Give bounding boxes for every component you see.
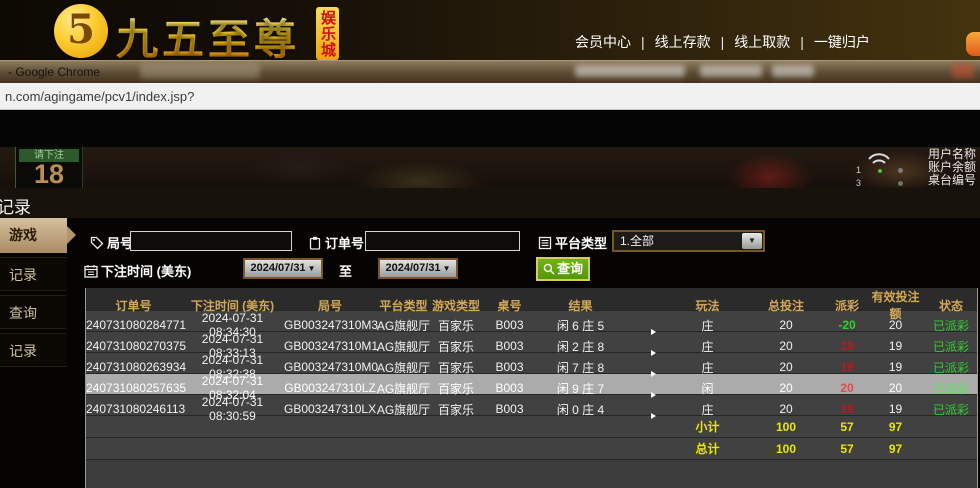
page-title: 记录 xyxy=(0,193,31,218)
total-valid: 97 xyxy=(868,442,923,456)
table-row[interactable]: 2407310802703752024-07-31 08:33:13GB0032… xyxy=(86,331,977,352)
blurred-text xyxy=(772,65,814,77)
col-order: 订单号 xyxy=(86,297,181,314)
subtotal-bet: 100 xyxy=(746,420,826,434)
total-payout: 57 xyxy=(826,442,868,456)
wifi-status-dot xyxy=(878,169,882,173)
nav-one-key-transfer[interactable]: 一键归户 xyxy=(814,34,870,50)
indicator-dot xyxy=(898,181,903,186)
clipboard-icon xyxy=(308,236,322,250)
chevron-down-icon: ▼ xyxy=(308,264,316,273)
col-platform: 平台类型 xyxy=(376,297,431,314)
col-payout: 派彩 xyxy=(826,297,868,314)
indicator-dot xyxy=(898,168,903,173)
sidebar: 游戏 记录 查询 记录 xyxy=(0,218,67,488)
spacer-band xyxy=(0,110,980,147)
round-number-label: 局号 xyxy=(90,233,133,252)
nav-member-center[interactable]: 会员中心 xyxy=(575,34,631,50)
blurred-icon xyxy=(952,64,974,78)
platform-type-select[interactable]: 1.全部 ▼ xyxy=(612,230,765,252)
total-row: 总计 100 57 97 xyxy=(86,437,977,459)
col-status: 状态 xyxy=(923,297,979,314)
brand-header: 5 九五至尊 娱乐城 会员中心|线上存款|线上取款|一键归户 xyxy=(0,0,980,60)
logo-glyph: 5 xyxy=(54,6,108,53)
sidebar-item-label: 记录 xyxy=(9,267,37,283)
col-table: 桌号 xyxy=(481,297,538,314)
col-valid: 有效投注额 xyxy=(868,288,923,322)
col-round: 局号 xyxy=(284,297,376,314)
indicator-number: 1 xyxy=(856,165,861,175)
total-label: 总计 xyxy=(669,440,746,457)
list-icon xyxy=(538,236,552,250)
table-number-label: 桌台编号 xyxy=(928,174,980,187)
sidebar-item-games[interactable]: 游戏 xyxy=(0,218,67,253)
nav-online-withdraw[interactable]: 线上取款 xyxy=(734,34,790,50)
betting-records-page: 5 九五至尊 娱乐城 会员中心 | 线上存款 | 线上取款 | 一键归户 - Google … xyxy=(0,0,980,488)
bet-time-label: 下注时间 (美东) xyxy=(84,261,191,280)
nav-separator: | xyxy=(721,34,725,50)
platform-type-value: 1.全部 xyxy=(620,234,654,248)
nav-separator: | xyxy=(641,34,645,50)
brand-logo-icon: 5 xyxy=(54,4,108,58)
brand-name: 九五至尊 xyxy=(116,6,300,67)
side-floating-tab[interactable] xyxy=(966,32,980,56)
table-row[interactable]: 2407310802461132024-07-31 08:30:59GB0032… xyxy=(86,394,977,415)
blurred-ornament xyxy=(140,64,260,79)
records-table: 订单号 下注时间 (美东) 局号 平台类型 游戏类型 桌号 结果 玩法 总投注 … xyxy=(85,288,978,488)
sidebar-item-label: 游戏 xyxy=(9,227,37,243)
total-bet: 100 xyxy=(746,442,826,456)
url-text[interactable]: n.com/agingame/pcv1/index.jsp? xyxy=(5,89,194,104)
page-title-bar: 记录 xyxy=(0,188,980,218)
subtotal-label: 小计 xyxy=(669,418,746,435)
chevron-down-icon: ▼ xyxy=(443,264,451,273)
window-title: - Google Chrome xyxy=(8,65,100,79)
col-game: 游戏类型 xyxy=(431,297,481,314)
date-from-value: 2024/07/31 xyxy=(251,262,306,274)
indicator-number: 3 xyxy=(856,178,861,188)
round-number-input[interactable] xyxy=(130,231,292,251)
subtotal-payout: 57 xyxy=(826,420,868,434)
sidebar-item-records-2[interactable]: 记录 xyxy=(0,333,67,367)
table-row-selected[interactable]: 2407310802576352024-07-31 08:32:04GB0032… xyxy=(86,373,977,394)
date-to-value: 2024/07/31 xyxy=(386,262,441,274)
tag-icon xyxy=(90,236,104,250)
table-empty-area xyxy=(86,459,977,488)
browser-urlbar[interactable]: n.com/agingame/pcv1/index.jsp? xyxy=(0,83,980,110)
nav-online-deposit[interactable]: 线上存款 xyxy=(655,34,711,50)
top-nav: 会员中心 | 线上存款 | 线上取款 | 一键归户 xyxy=(575,32,870,52)
sidebar-item-records[interactable]: 记录 xyxy=(0,257,67,291)
table-row[interactable]: 2407310802639342024-07-31 08:32:38GB0032… xyxy=(86,352,977,373)
col-result: 结果 xyxy=(538,297,623,314)
nav-separator: | xyxy=(800,34,804,50)
col-play: 玩法 xyxy=(669,297,746,314)
date-from-picker[interactable]: 2024/07/31▼ xyxy=(243,258,323,279)
player-info-labels: 用户名称 账户余额 桌台编号 xyxy=(928,148,980,187)
platform-type-label: 平台类型 xyxy=(538,233,607,252)
date-to-picker[interactable]: 2024/07/31▼ xyxy=(378,258,458,279)
sidebar-item-query[interactable]: 查询 xyxy=(0,295,67,329)
browser-titlebar: - Google Chrome xyxy=(0,60,980,83)
sidebar-item-label: 查询 xyxy=(9,305,37,321)
table-header-row: 订单号 下注时间 (美东) 局号 平台类型 游戏类型 桌号 结果 玩法 总投注 … xyxy=(86,288,977,310)
blurred-text xyxy=(700,65,762,77)
calendar-icon xyxy=(84,264,98,278)
col-bet: 总投注 xyxy=(746,297,826,314)
subtotal-valid: 97 xyxy=(868,420,923,434)
search-button[interactable]: 查询 xyxy=(536,257,590,281)
chevron-down-icon[interactable]: ▼ xyxy=(742,233,762,249)
bet-countdown: 18 xyxy=(16,159,82,188)
live-video-banner: 请下注 18 1 3 用户名称 账户余额 桌台编号 xyxy=(0,147,980,188)
to-label: 至 xyxy=(339,261,352,280)
order-number-input[interactable] xyxy=(365,231,520,251)
brand-badge: 娱乐城 xyxy=(316,7,339,60)
sidebar-item-label: 记录 xyxy=(9,343,37,359)
order-number-label: 订单号 xyxy=(308,233,364,252)
bet-timer-panel: 请下注 18 xyxy=(15,147,83,188)
search-icon xyxy=(543,263,555,275)
blurred-text xyxy=(575,65,685,77)
